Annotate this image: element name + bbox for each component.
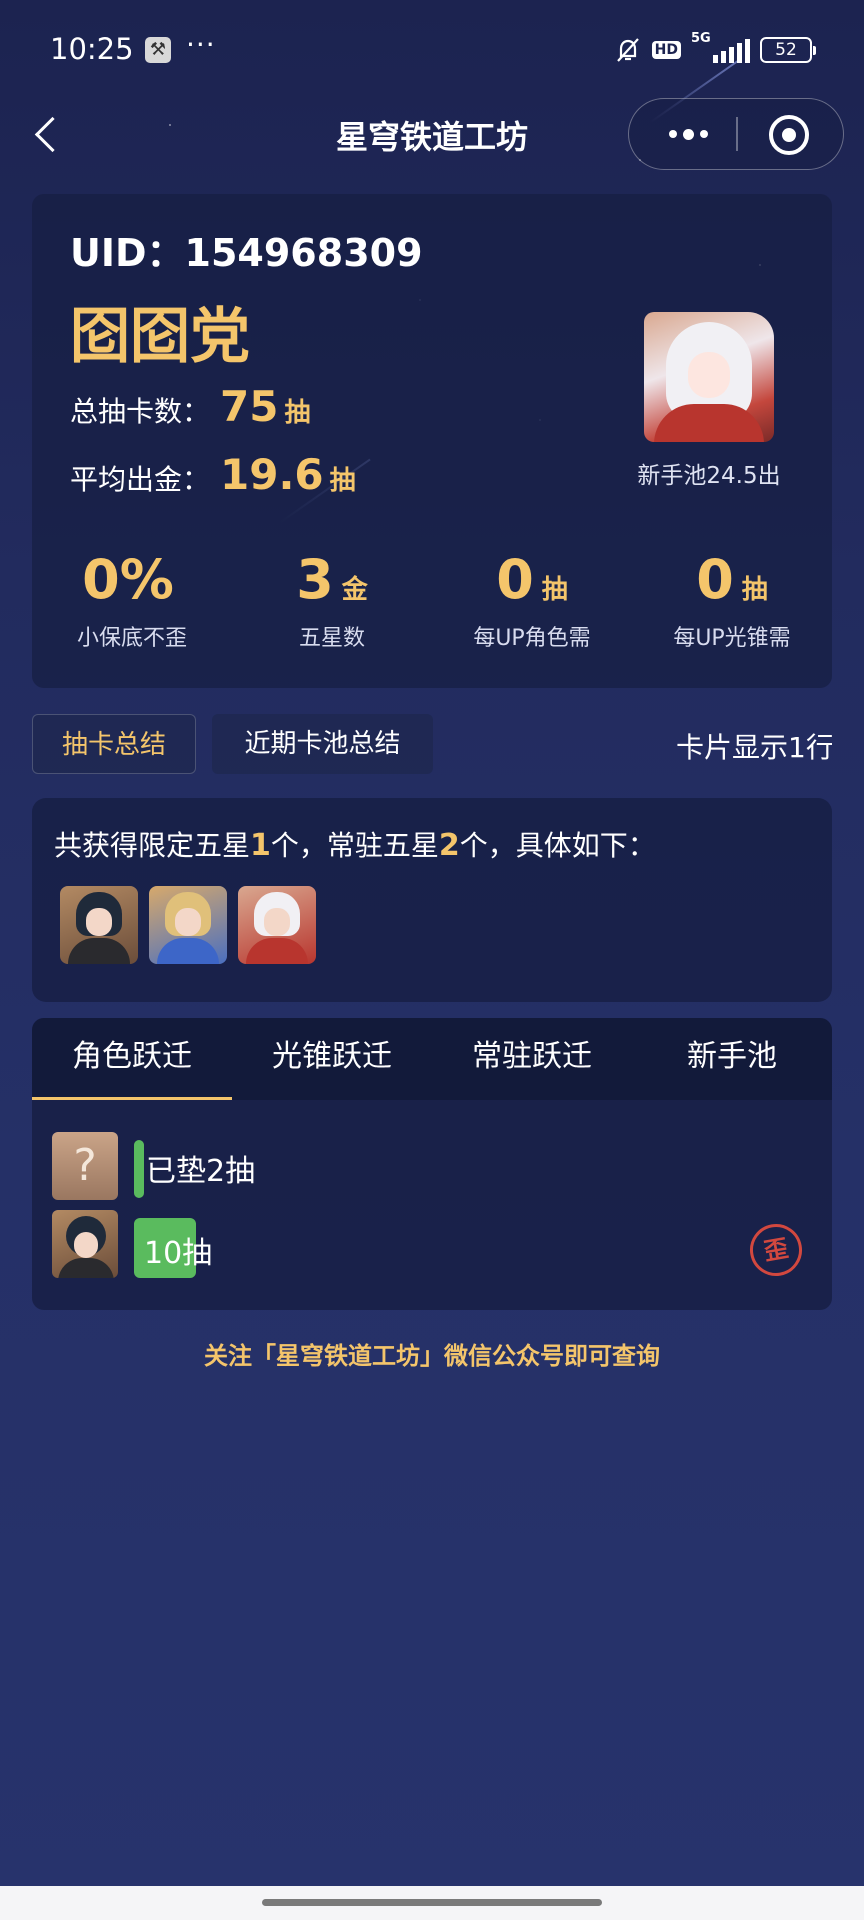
status-more-dots: ···: [186, 28, 216, 61]
capsule-divider: [736, 117, 738, 151]
profile-card: UID：154968309 囵囵党 总抽卡数： 75 抽 平均出金： 19.6 …: [32, 194, 832, 688]
more-dots-icon[interactable]: [663, 99, 713, 169]
network-type-label: 5G: [691, 31, 711, 46]
tab-beginner-warp[interactable]: 新手池: [632, 1018, 832, 1100]
uid-value: 154968309: [184, 231, 423, 275]
battery-icon: 52: [760, 37, 816, 63]
home-indicator[interactable]: [262, 1899, 602, 1906]
player-nickname: 囵囵党: [70, 302, 250, 372]
character-avatar[interactable]: [52, 1210, 118, 1278]
avg-gold-value: 19.6: [220, 450, 324, 499]
metric-unit: 抽: [541, 575, 568, 605]
summary-middle: 个，常驻五星: [270, 829, 439, 862]
bell-muted-icon: [616, 38, 639, 62]
metric-unit: 抽: [741, 575, 768, 605]
metric-value: 0: [696, 548, 734, 611]
five-star-avatar[interactable]: [238, 886, 316, 964]
metric-caption: 每UP角色需: [473, 626, 591, 651]
avatar-caption: 新手池24.5出: [637, 463, 781, 489]
summary-text: 共获得限定五星1个，常驻五星2个，具体如下：: [54, 824, 656, 864]
metric-value: 0: [496, 548, 534, 611]
signal-icon: 5G: [691, 31, 750, 63]
total-pulls-row: 总抽卡数： 75 抽: [70, 382, 310, 431]
tab-pull-summary[interactable]: 抽卡总结: [32, 714, 196, 774]
metric-per-up-character: 0抽 每UP角色需: [432, 548, 632, 668]
five-star-avatar[interactable]: [149, 886, 227, 964]
miniprogram-capsule: [628, 98, 844, 170]
metric-value: 3: [296, 548, 334, 611]
character-avatar[interactable]: [644, 312, 774, 442]
total-pulls-unit: 抽: [284, 398, 311, 428]
five-star-summary-card: 共获得限定五星1个，常驻五星2个，具体如下：: [32, 798, 832, 1002]
tab-standard-warp[interactable]: 常驻跃迁: [432, 1018, 632, 1100]
pity-progress-bar: [134, 1140, 144, 1198]
avg-gold-unit: 抽: [329, 466, 356, 496]
total-pulls-value: 75: [220, 382, 279, 431]
uid-line: UID：154968309: [70, 222, 423, 277]
metric-per-up-lightcone: 0抽 每UP光锥需: [632, 548, 832, 668]
avg-gold-label: 平均出金：: [70, 463, 211, 496]
lost-5050-stamp-icon: 歪: [745, 1219, 807, 1281]
metric-caption: 五星数: [298, 626, 365, 651]
pity-count-text: 已垫2抽: [146, 1154, 256, 1189]
metrics-row: 0% 小保底不歪 3金 五星数 0抽 每UP角色需 0抽 每UP光锥需: [32, 548, 832, 668]
avg-gold-row: 平均出金： 19.6 抽: [70, 450, 356, 499]
tab-recent-banner-summary[interactable]: 近期卡池总结: [212, 714, 433, 774]
metric-soft-pity: 0% 小保底不歪: [32, 548, 232, 668]
metric-five-star-count: 3金 五星数: [232, 548, 432, 668]
summary-suffix: 个，具体如下：: [459, 829, 656, 862]
tab-character-warp[interactable]: 角色跃迁: [32, 1018, 232, 1100]
warp-tabs: 角色跃迁 光锥跃迁 常驻跃迁 新手池: [32, 1018, 832, 1100]
status-time: 10:25: [50, 32, 134, 66]
metric-caption: 小保底不歪: [76, 626, 187, 651]
metric-unit: 金: [341, 575, 368, 605]
target-close-icon[interactable]: [769, 115, 809, 155]
wrench-icon: ⚒: [145, 37, 171, 63]
unknown-character-avatar: ?: [52, 1132, 118, 1200]
pull-count-text: 10抽: [144, 1236, 213, 1271]
five-star-avatar[interactable]: [60, 886, 138, 964]
status-bar: 10:25 ⚒ ··· HD 5G 52: [0, 0, 864, 100]
uid-label: UID：: [70, 231, 185, 275]
footer-follow-note: 关注「星穹铁道工坊」微信公众号即可查询: [204, 1342, 660, 1370]
standard-count: 2: [438, 828, 460, 863]
warp-history-card: 角色跃迁 光锥跃迁 常驻跃迁 新手池 ? 已垫2抽 10抽 歪: [32, 1018, 832, 1310]
tab-lightcone-warp[interactable]: 光锥跃迁: [232, 1018, 432, 1100]
summary-prefix: 共获得限定五星: [54, 829, 251, 862]
metric-value: 0%: [82, 548, 174, 611]
total-pulls-label: 总抽卡数：: [70, 395, 211, 428]
card-display-toggle[interactable]: 卡片显示1行: [676, 726, 832, 766]
status-icons: HD 5G 52: [614, 31, 816, 66]
metric-caption: 每UP光锥需: [673, 626, 791, 651]
limited-count: 1: [250, 828, 271, 863]
hd-badge: HD: [651, 41, 681, 59]
